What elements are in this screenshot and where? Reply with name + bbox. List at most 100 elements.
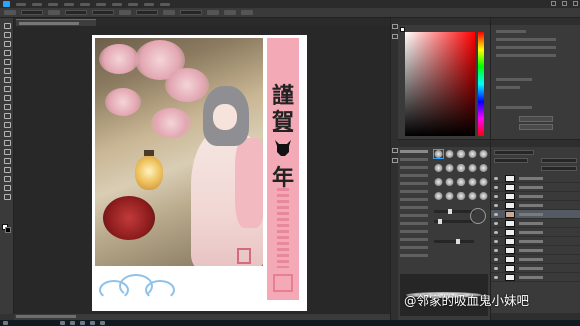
brush-option[interactable] (400, 246, 428, 249)
move-icon[interactable] (3, 22, 11, 29)
healing-icon[interactable] (3, 76, 11, 83)
visibility-eye-icon[interactable] (494, 186, 498, 189)
layer-row[interactable] (491, 264, 580, 273)
hue-slider[interactable] (478, 32, 484, 136)
menu-item[interactable] (128, 2, 138, 6)
visibility-eye-icon[interactable] (494, 222, 498, 225)
angle-dial[interactable] (470, 208, 486, 224)
layer-row[interactable] (491, 174, 580, 183)
document-canvas[interactable]: 謹 賀 年 (92, 35, 307, 311)
layer-row[interactable] (491, 228, 580, 237)
hardness-slider[interactable] (434, 219, 474, 224)
brush-tip[interactable] (445, 150, 455, 158)
brush-option[interactable] (400, 222, 428, 225)
brush-tip[interactable] (445, 178, 455, 186)
properties-button[interactable] (519, 124, 553, 130)
brush-option[interactable] (400, 174, 428, 177)
visibility-eye-icon[interactable] (494, 177, 498, 180)
visibility-eye-icon[interactable] (494, 231, 498, 234)
start-icon[interactable] (3, 321, 8, 325)
layer-row[interactable] (491, 183, 580, 192)
minimize-icon[interactable] (551, 1, 556, 6)
layer-row[interactable] (491, 219, 580, 228)
blur-icon[interactable] (3, 130, 11, 137)
flow-field[interactable] (136, 10, 158, 15)
properties-tabs[interactable] (491, 18, 580, 25)
visibility-eye-icon[interactable] (494, 276, 498, 279)
brush-option[interactable] (400, 166, 428, 169)
document-tab[interactable] (16, 19, 96, 26)
brush-tip[interactable] (456, 164, 466, 172)
layers-panel-tabs[interactable] (491, 140, 580, 147)
tool-preset-button[interactable] (4, 10, 16, 15)
brush-option[interactable] (400, 230, 428, 233)
layer-row[interactable] (491, 237, 580, 246)
brush-tip[interactable] (432, 149, 445, 159)
visibility-eye-icon[interactable] (494, 258, 498, 261)
maximize-icon[interactable] (562, 1, 567, 6)
menu-item[interactable] (96, 2, 106, 6)
layer-row-selected[interactable] (491, 210, 580, 219)
size-slider[interactable] (434, 209, 474, 214)
brush-tip[interactable] (456, 192, 466, 200)
visibility-eye-icon[interactable] (494, 267, 498, 270)
menu-item[interactable] (48, 2, 58, 6)
brush-settings-button[interactable] (48, 10, 60, 15)
airbrush-icon[interactable] (163, 10, 175, 15)
stamp-icon[interactable] (3, 94, 11, 101)
brush-option[interactable] (400, 206, 428, 209)
brush-tip[interactable] (467, 192, 477, 200)
crop-icon[interactable] (3, 58, 11, 65)
canvas-workspace[interactable]: 謹 賀 年 (14, 26, 390, 314)
blend-mode-select[interactable] (494, 158, 528, 163)
pressure-opacity-icon[interactable] (119, 10, 131, 15)
taskbar-app-icon[interactable] (80, 321, 85, 325)
taskbar-app-icon[interactable] (90, 321, 95, 325)
brush-icon[interactable] (3, 85, 11, 92)
close-icon[interactable] (573, 1, 578, 6)
brush-tip[interactable] (478, 178, 488, 186)
taskbar-app-icon[interactable] (100, 321, 105, 325)
gradient-icon[interactable] (3, 121, 11, 128)
zoom-icon[interactable] (3, 193, 11, 200)
dodge-icon[interactable] (3, 139, 11, 146)
brush-tip[interactable] (456, 178, 466, 186)
brush-option[interactable] (400, 254, 428, 257)
brush-tip[interactable] (467, 150, 477, 158)
brush-option[interactable] (400, 198, 428, 201)
pen-icon[interactable] (3, 148, 11, 155)
brush-tip[interactable] (478, 164, 488, 172)
menu-item[interactable] (80, 2, 90, 6)
lasso-icon[interactable] (3, 40, 11, 47)
brush-option[interactable] (400, 214, 428, 217)
menu-item[interactable] (16, 2, 26, 6)
visibility-eye-icon[interactable] (494, 213, 498, 216)
layer-row[interactable] (491, 246, 580, 255)
eyedropper-icon[interactable] (3, 67, 11, 74)
background-color-swatch[interactable] (5, 227, 11, 233)
layer-row[interactable] (491, 255, 580, 264)
menu-item[interactable] (144, 2, 154, 6)
visibility-eye-icon[interactable] (494, 195, 498, 198)
visibility-eye-icon[interactable] (494, 249, 498, 252)
menu-item[interactable] (32, 2, 42, 6)
symmetry-icon[interactable] (241, 10, 253, 15)
brush-panel-tabs[interactable] (398, 140, 490, 147)
brush-tip[interactable] (434, 164, 444, 172)
brush-tip[interactable] (445, 192, 455, 200)
menu-item[interactable] (64, 2, 74, 6)
brush-tip[interactable] (467, 164, 477, 172)
brush-tip[interactable] (434, 192, 444, 200)
brush-option[interactable] (400, 182, 428, 185)
brush-tip[interactable] (467, 178, 477, 186)
eraser-icon[interactable] (3, 112, 11, 119)
mode-select[interactable] (65, 10, 87, 15)
brush-tip[interactable] (478, 192, 488, 200)
brush-option[interactable] (400, 150, 428, 153)
taskbar-app-icon[interactable] (70, 321, 75, 325)
fill-field[interactable] (541, 166, 577, 171)
history-brush-icon[interactable] (3, 103, 11, 110)
taskbar-app-icon[interactable] (60, 321, 65, 325)
shape-icon[interactable] (3, 175, 11, 182)
type-icon[interactable] (3, 157, 11, 164)
